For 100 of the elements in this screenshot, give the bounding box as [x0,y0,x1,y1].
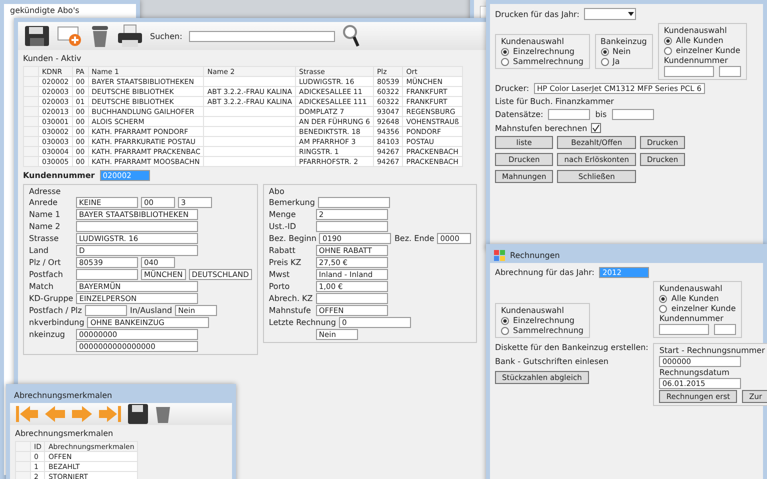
grid-title: Abrechnungsmerkmalen [15,429,114,438]
field-label: Mwst [268,270,291,279]
printer-label: Drucker: [495,84,530,93]
customer-number-field[interactable] [664,66,714,77]
caret-icon [627,10,636,18]
group-title: Abo [268,187,284,196]
input-field[interactable] [76,269,138,280]
field-label: Letzte Rechnung [268,318,336,327]
radio-button[interactable] [501,326,509,334]
last-record-icon[interactable] [99,405,121,423]
field-label: Name 1 [29,210,62,219]
field-label: Start - Rechnungsnummer [659,346,765,355]
customer-number-field[interactable] [659,324,710,335]
field-label: Bez. Beginn [268,234,316,243]
search-field[interactable] [189,30,336,42]
option-label: Sammelrechnung [513,326,584,335]
field-label: nkeinzug [29,330,65,339]
field-label: KD-Gruppe [29,294,74,303]
search-label: Suchen: [150,32,182,40]
field-label: In/Ausland [130,306,172,315]
field-label: Name 2 [29,222,62,231]
save-icon[interactable] [128,404,148,424]
field-label: Strasse [29,234,60,243]
field-label: Land [29,246,50,255]
radio-button[interactable] [600,58,609,66]
field-label: Rabatt [268,246,296,255]
option-label: Nein [612,47,631,56]
field-label: Plz / Ort [29,258,62,267]
checkbox-label: Mahnstufen berechnen [495,124,588,132]
field-label: Bemerkung [268,198,315,207]
field-label: Mahnstufe [268,306,312,315]
field-label: Bez. Ende [394,234,434,243]
input-field[interactable] [76,221,198,232]
arrow-right-icon[interactable] [72,405,92,423]
input-field[interactable] [718,66,741,77]
year-label: Drucken für das Jahr: [495,10,580,18]
input-field[interactable] [316,221,388,232]
year-label: Abrechnung für das Jahr: [495,268,594,277]
first-record-icon[interactable] [16,405,38,423]
field-label: Porto [268,282,291,291]
input-field[interactable] [84,305,127,316]
customer-number-label: Kundennummer [23,171,95,180]
option-label: Alle Kunden [676,36,724,45]
app-icon [494,250,506,262]
arrow-left-icon[interactable] [45,405,65,423]
records-label: Datensätze: [495,110,544,119]
option-label: Ja [612,57,620,66]
radio-button[interactable] [501,316,509,324]
field-label: Kundennummer [659,314,724,323]
field-label: nkverbindung [29,318,84,327]
field-label: Preis KZ [268,258,302,267]
new-document-icon[interactable] [57,25,83,47]
field-label: Menge [268,210,297,219]
radio-button[interactable] [659,304,668,312]
trash-icon[interactable] [155,404,171,424]
radio-button[interactable] [659,294,668,302]
field-label: Match [29,282,54,291]
window-title: Abrechnungsmerkmalen [14,391,112,400]
group-title: Kundenauswahl [501,306,564,315]
field-label: Postfach [29,270,64,279]
field-label: Abrech. KZ [268,294,313,303]
input-field[interactable] [612,109,654,120]
group-title: Kundenauswahl [501,37,564,46]
option-label: Einzelrechnung [513,316,574,325]
group-title: Kundenauswahl [664,26,727,35]
field-label: Ust.-ID [268,222,297,231]
year-dropdown[interactable] [584,8,636,20]
radio-button[interactable] [501,48,509,56]
option-label: Sammelrechnung [513,57,584,66]
option-label: einzelner Kunde [671,304,736,313]
save-icon[interactable] [24,25,50,47]
grid-title: Kunden - Aktiv [23,54,82,63]
sidebar-item[interactable]: gekündigte Abo's [10,6,130,15]
option-label: einzelner Kunde [676,46,740,55]
to-label: bis [595,110,607,119]
field-label: Postfach / Plz [29,306,82,315]
radio-button[interactable] [664,36,672,44]
bank-import-label: Bank - Gutschriften einlesen [495,357,608,366]
field-label: Anrede [29,198,59,207]
field-label: Kundennummer [664,56,728,65]
trash-icon[interactable] [90,24,110,48]
input-field[interactable] [714,324,736,335]
input-field[interactable] [548,109,590,120]
group-title: Kundenauswahl [659,284,722,293]
radio-button[interactable] [501,58,509,66]
option-label: Alle Kunden [671,294,719,303]
group-title: Adresse [29,187,61,196]
option-label: Einzelrechnung [513,47,574,56]
printer-icon[interactable] [117,24,143,48]
checkbox[interactable] [591,123,602,133]
list-label: Liste für Buch. Finanzkammer [495,97,614,106]
input-field[interactable] [318,197,390,208]
input-field[interactable] [316,293,388,304]
disk-label: Diskette für den Bankeinzug erstellen: [495,343,648,352]
window-title: Rechnungen [510,251,560,260]
radio-button[interactable] [600,48,609,56]
field-label: Rechnungsdatum [659,368,730,377]
group-title: Bankeinzug [600,37,647,46]
search-icon[interactable] [342,24,360,48]
radio-button[interactable] [664,46,672,54]
